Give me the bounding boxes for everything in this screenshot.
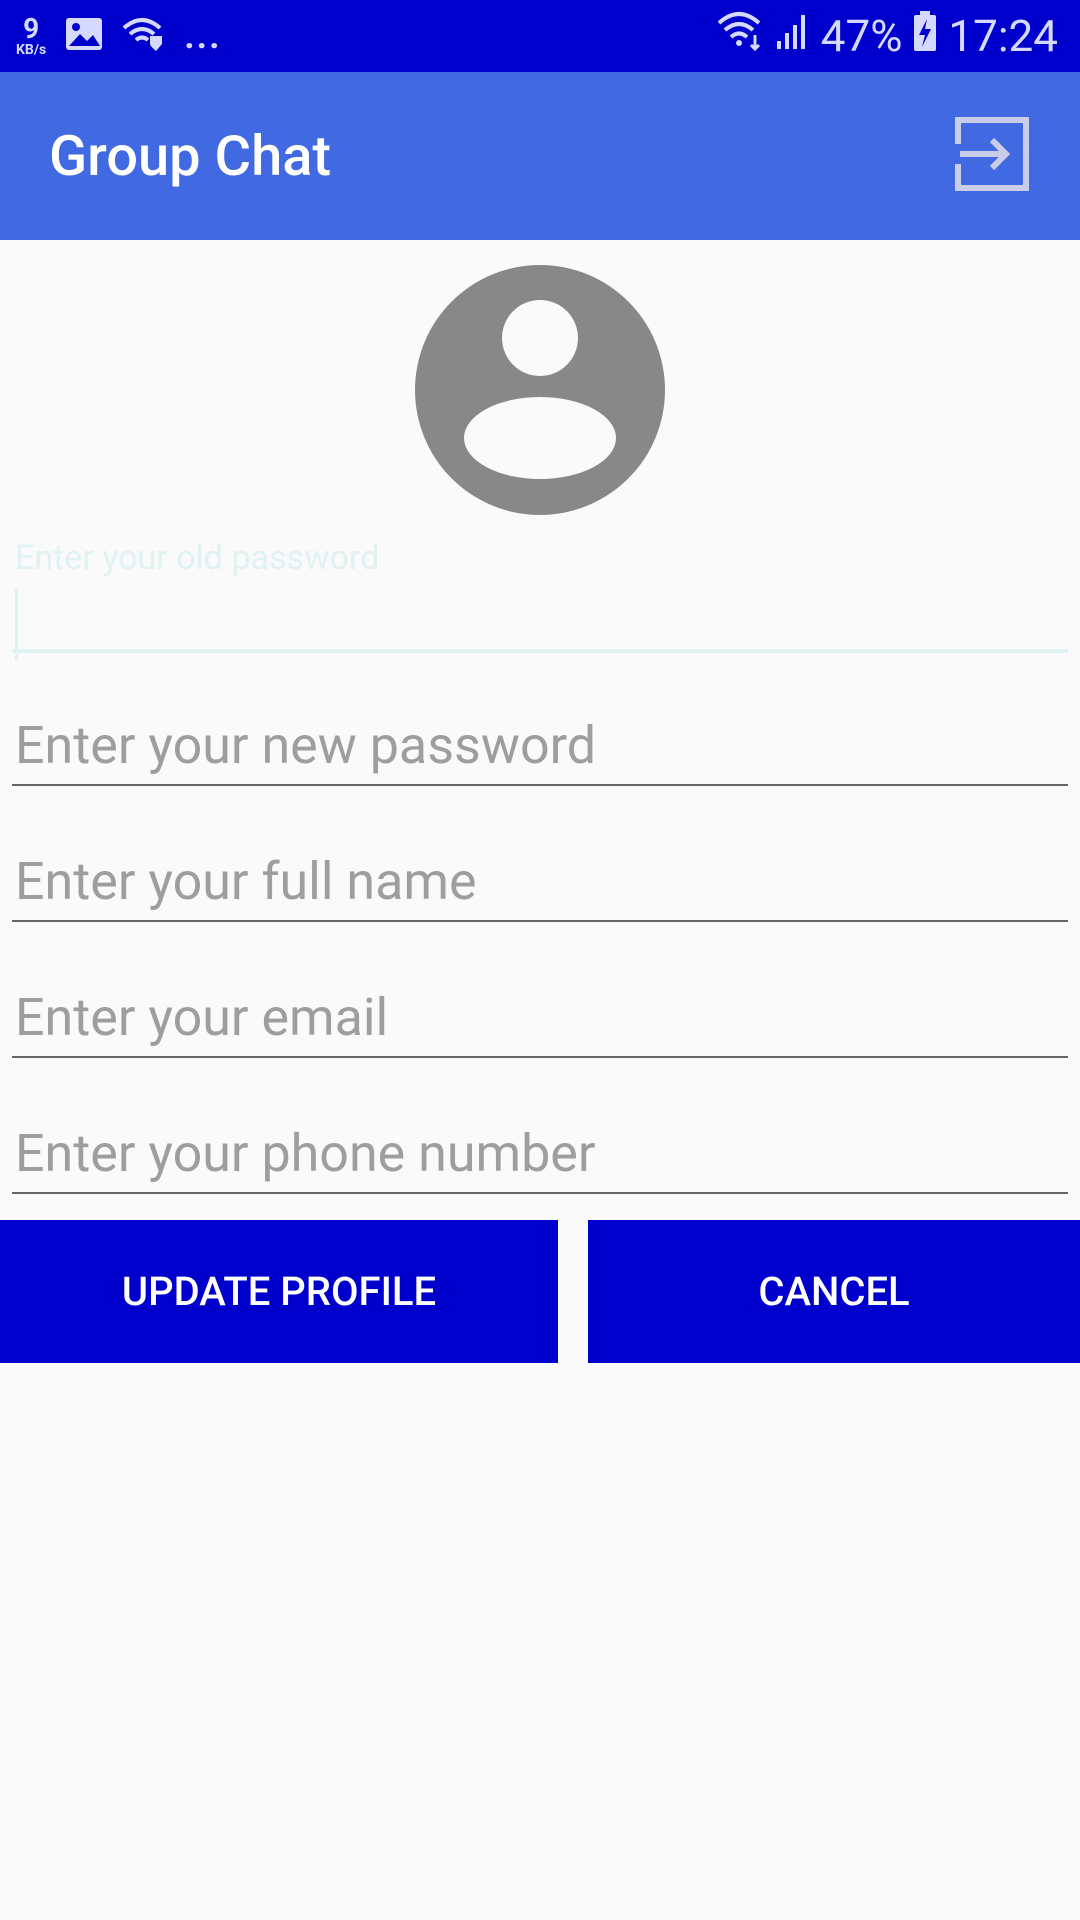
status-right-group: 47% 17:24 [717, 0, 1058, 72]
signal-icon [775, 10, 811, 62]
more-notifications: ... [184, 15, 222, 57]
network-speed: 9 KB/s [16, 12, 47, 58]
old-password-hint: Enter your old password [15, 538, 380, 578]
battery-percent: 47% [820, 10, 903, 62]
gallery-icon [64, 16, 104, 56]
app-title: Group Chat [49, 123, 332, 189]
new-password-field[interactable]: Enter your new password [12, 706, 1068, 786]
cancel-label: CANCEL [758, 1268, 910, 1315]
cancel-button[interactable]: CANCEL [588, 1220, 1080, 1363]
update-profile-label: UPDATE PROFILE [121, 1268, 437, 1315]
avatar-icon [415, 265, 665, 515]
update-profile-button[interactable]: UPDATE PROFILE [0, 1220, 558, 1363]
app-bar: Group Chat [0, 72, 1080, 240]
full-name-field[interactable]: Enter your full name [12, 842, 1068, 922]
phone-field[interactable]: Enter your phone number [12, 1114, 1068, 1194]
network-speed-unit: KB/s [16, 42, 47, 58]
logout-button[interactable] [952, 116, 1032, 196]
network-speed-value: 9 [23, 12, 40, 45]
status-left-group: 9 KB/s ... [16, 0, 222, 72]
wifi-icon [717, 10, 765, 62]
logout-icon [954, 116, 1030, 196]
old-password-field[interactable] [12, 649, 1068, 653]
profile-avatar[interactable] [414, 264, 666, 516]
clock: 17:24 [948, 10, 1058, 62]
status-bar: 9 KB/s ... 47% 17:24 [0, 0, 1080, 72]
wifi-shield-icon [122, 16, 166, 56]
email-field[interactable]: Enter your email [12, 978, 1068, 1058]
battery-charging-icon [912, 9, 938, 64]
